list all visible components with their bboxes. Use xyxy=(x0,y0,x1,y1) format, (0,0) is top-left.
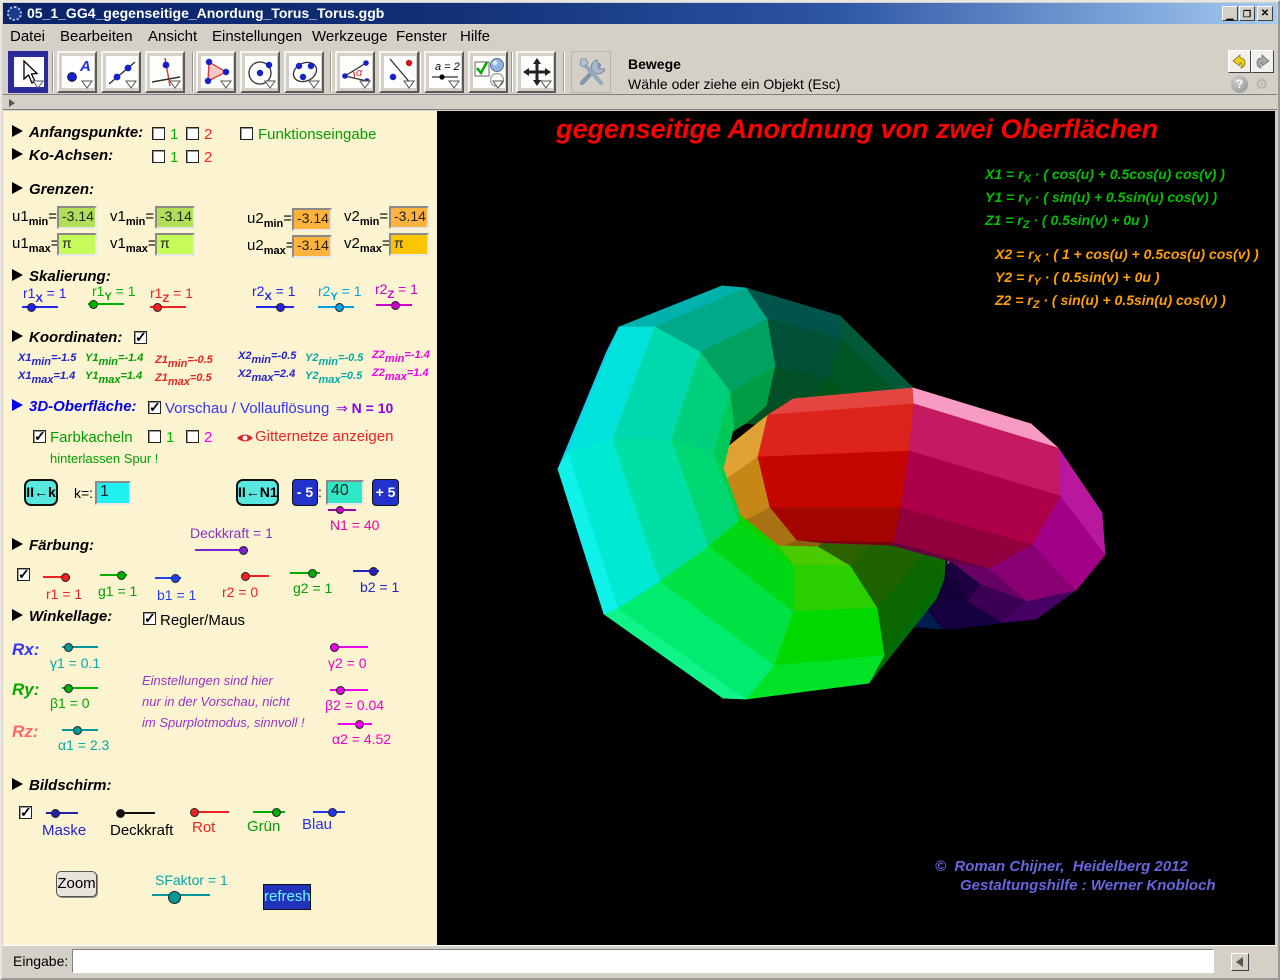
svg-text:A: A xyxy=(79,58,91,75)
svg-text:a = 2: a = 2 xyxy=(435,61,460,73)
svg-text:α: α xyxy=(356,67,363,79)
